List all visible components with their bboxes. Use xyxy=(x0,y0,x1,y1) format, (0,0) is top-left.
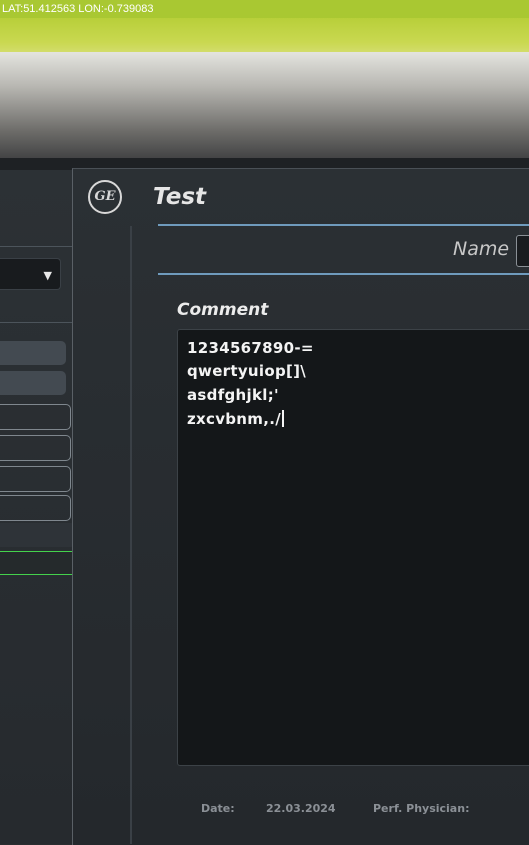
left-panel-button[interactable] xyxy=(0,495,71,521)
monitor-bezel xyxy=(0,52,529,164)
left-panel-dropdown[interactable]: ▼ xyxy=(0,258,61,290)
ge-logo: GE xyxy=(88,180,122,214)
performing-physician-label: Perf. Physician: xyxy=(373,802,470,815)
left-panel-button[interactable] xyxy=(0,435,71,461)
name-label: Name xyxy=(453,238,510,260)
chevron-down-icon: ▼ xyxy=(43,269,52,282)
left-panel-button[interactable] xyxy=(0,341,66,365)
name-divider xyxy=(158,273,529,275)
dialog-title: Test xyxy=(153,184,207,210)
left-panel-button[interactable] xyxy=(0,404,71,430)
left-panel-divider xyxy=(0,322,82,323)
gps-overlay: LAT:51.412563 LON:-0.739083 xyxy=(0,0,529,18)
left-panel-button[interactable] xyxy=(0,371,66,395)
comment-line: qwertyuiop[]\ xyxy=(187,362,307,380)
name-input[interactable] xyxy=(516,235,529,267)
dialog-inner-edge xyxy=(130,226,132,844)
text-caret xyxy=(282,410,284,427)
comment-line: asdfghjkl;' xyxy=(187,386,279,404)
comment-label: Comment xyxy=(177,300,269,320)
date-label: Date: xyxy=(201,802,235,815)
title-divider xyxy=(158,224,529,226)
left-panel-button[interactable] xyxy=(0,523,76,547)
comment-line-text: zxcvbnm,./ xyxy=(187,410,281,428)
comment-line: 1234567890-= xyxy=(187,339,314,357)
left-panel-button[interactable] xyxy=(0,466,71,492)
date-value: 22.03.2024 xyxy=(266,802,336,815)
comment-line-with-caret: zxcvbnm,./ xyxy=(187,410,284,428)
left-panel-divider xyxy=(0,246,82,247)
